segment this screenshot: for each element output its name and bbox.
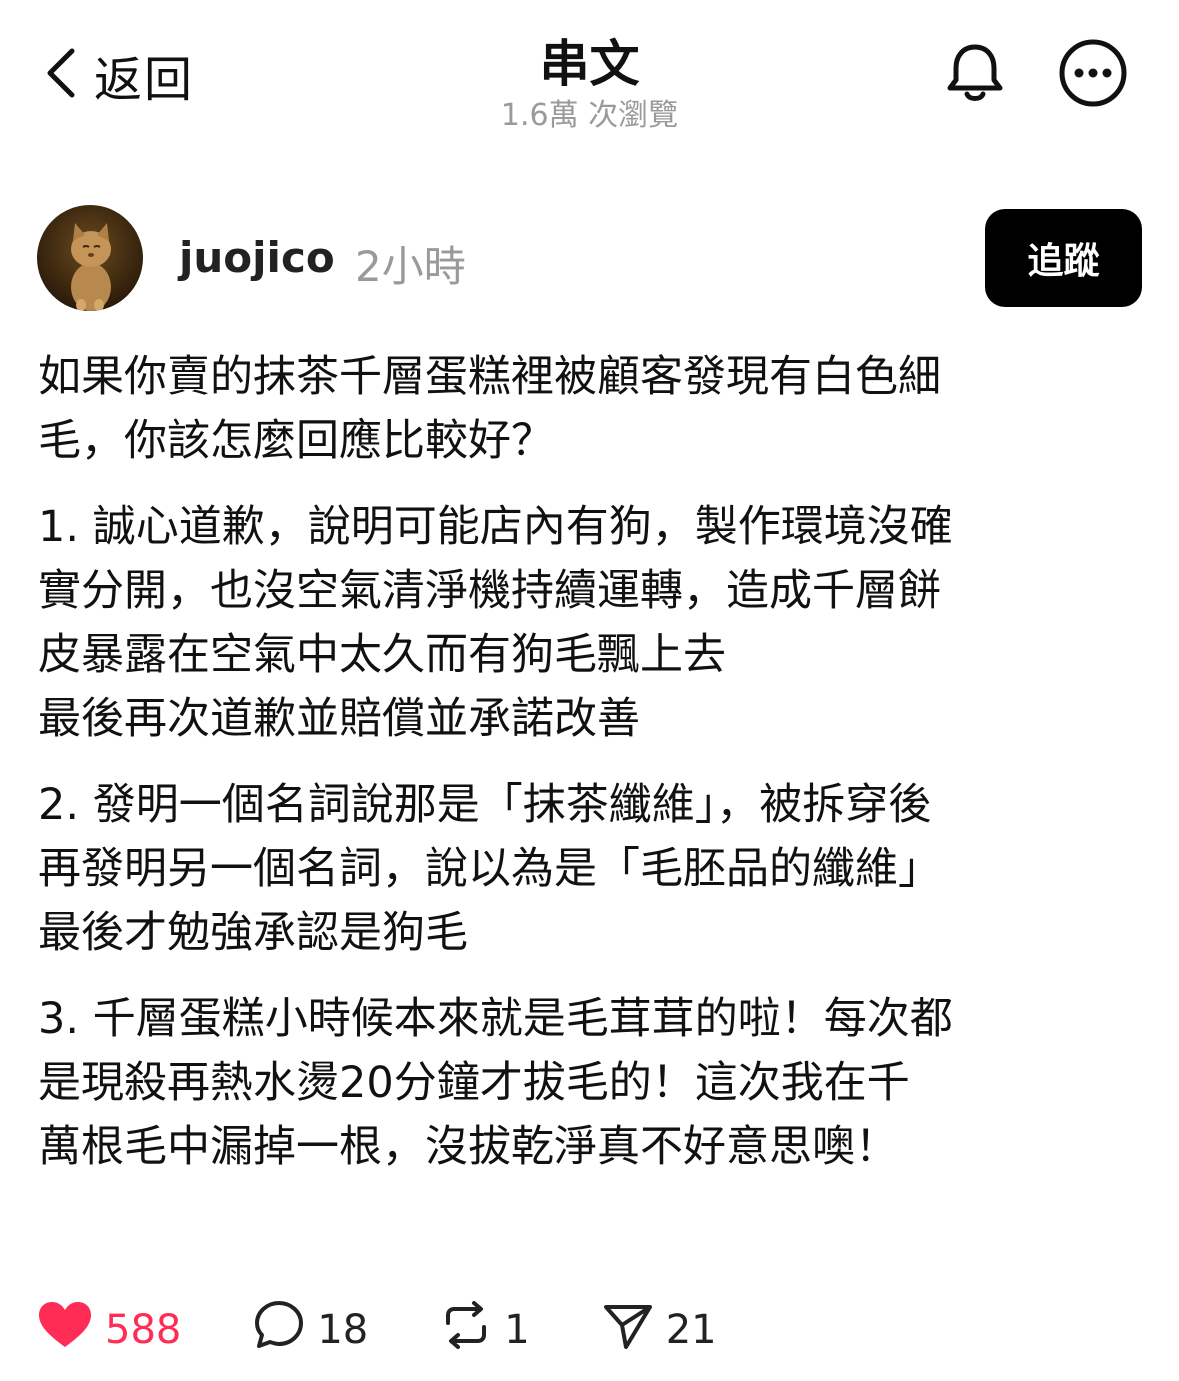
top-bar: 返回 串文 1.6萬 次瀏覽: [0, 0, 1179, 150]
post-body: 如果你賣的抹茶千層蛋糕裡被顧客發現有白色細 毛，你該怎麼回應比較好？ 1. 誠心…: [38, 345, 1148, 1201]
comment-count: 18: [317, 1307, 369, 1353]
repost-button[interactable]: 1: [440, 1299, 530, 1361]
repost-icon: [440, 1299, 492, 1361]
share-count: 21: [665, 1307, 717, 1353]
action-bar: 588 18 1 21: [37, 1295, 717, 1365]
post-author: juojico 2小時 追蹤: [37, 205, 1142, 311]
repost-count: 1: [504, 1307, 530, 1353]
more-icon: [1058, 38, 1128, 112]
notification-button[interactable]: [940, 40, 1010, 110]
post-paragraph: 3. 千層蛋糕小時候本來就是毛茸茸的啦！每次都 是現殺再熱水燙20分鐘才拔毛的！…: [38, 994, 953, 1172]
post-time: 2小時: [355, 242, 466, 291]
share-button[interactable]: 21: [602, 1299, 717, 1361]
heart-icon: [37, 1300, 93, 1360]
comment-icon: [253, 1299, 305, 1361]
send-icon: [602, 1299, 654, 1361]
more-options-button[interactable]: [1058, 38, 1128, 112]
post-paragraph: 1. 誠心道歉，說明可能店內有狗，製作環境沒確 實分開，也沒空氣清淨機持續運轉，…: [38, 502, 953, 744]
like-button[interactable]: 588: [37, 1300, 181, 1360]
bell-icon: [942, 40, 1008, 110]
username[interactable]: juojico: [179, 233, 335, 282]
avatar[interactable]: [37, 205, 143, 311]
post-paragraph: 2. 發明一個名詞說那是「抹茶纖維」，被拆穿後 再發明另一個名詞，說以為是「毛胚…: [38, 780, 941, 958]
post-paragraph: 如果你賣的抹茶千層蛋糕裡被顧客發現有白色細 毛，你該怎麼回應比較好？: [38, 352, 941, 466]
follow-button[interactable]: 追蹤: [985, 209, 1142, 307]
like-count: 588: [105, 1307, 182, 1353]
comment-button[interactable]: 18: [253, 1299, 368, 1361]
